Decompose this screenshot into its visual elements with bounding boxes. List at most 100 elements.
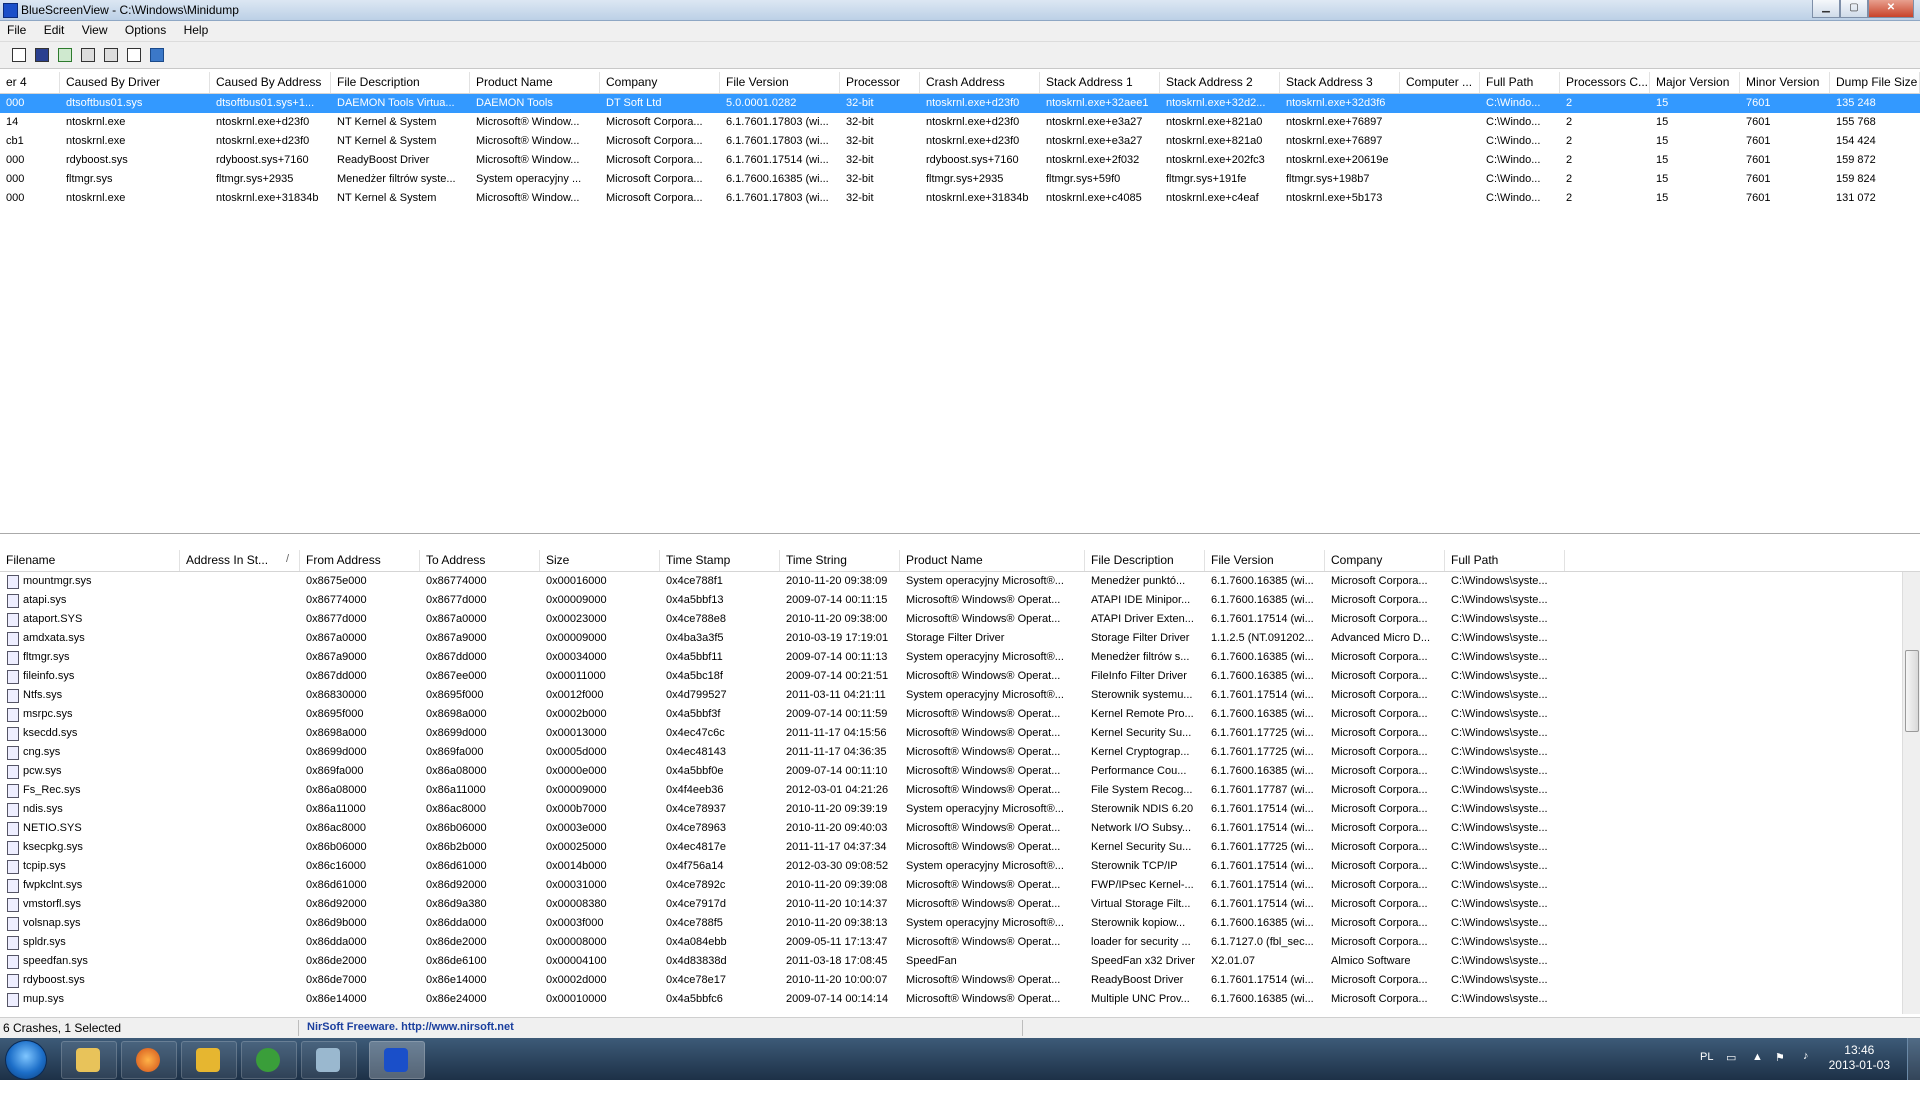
table-row[interactable]: amdxata.sys 0x867a0000 0x867a9000 0x0000900… bbox=[0, 629, 1920, 648]
driver-list-vscrollbar[interactable] bbox=[1902, 572, 1920, 1014]
driver-column-header[interactable]: To Address bbox=[420, 550, 540, 571]
crash-column-header[interactable]: er 4 bbox=[0, 72, 60, 93]
driver-column-header[interactable]: From Address bbox=[300, 550, 420, 571]
taskbar-explorer[interactable] bbox=[61, 1041, 117, 1079]
crash-column-header[interactable]: Caused By Address bbox=[210, 72, 331, 93]
table-row[interactable]: 000 fltmgr.sys fltmgr.sys+2935 Menedżer fil… bbox=[0, 170, 1920, 189]
find-button[interactable] bbox=[124, 46, 142, 63]
tray-expand-icon[interactable]: ▲ bbox=[1752, 1051, 1763, 1093]
save-button[interactable] bbox=[32, 46, 50, 63]
crash-column-header[interactable]: Dump File Size bbox=[1830, 72, 1920, 93]
title-bar[interactable]: BlueScreenView - C:\Windows\Minidump ▁ ▢… bbox=[0, 0, 1920, 21]
table-cell: 2010-11-20 09:38:13 bbox=[786, 917, 888, 929]
crash-column-header[interactable]: Stack Address 1 bbox=[1040, 72, 1160, 93]
table-row[interactable]: 000 rdyboost.sys rdyboost.sys+7160 ReadyBoo… bbox=[0, 151, 1920, 170]
table-row[interactable]: 000 ntoskrnl.exe ntoskrnl.exe+31834b NT Ker… bbox=[0, 189, 1920, 208]
language-indicator[interactable]: PL bbox=[1700, 1051, 1713, 1093]
crash-list[interactable]: er 4 Caused By Driver Caused By Address Fil… bbox=[0, 72, 1920, 534]
driver-column-header[interactable]: Filename bbox=[0, 550, 180, 571]
table-row[interactable]: rdyboost.sys 0x86de7000 0x86e14000 0x0002d0… bbox=[0, 971, 1920, 990]
crash-column-header[interactable]: Company bbox=[600, 72, 720, 93]
driver-column-header[interactable]: File Version bbox=[1205, 550, 1325, 571]
table-cell: 0x00008380 bbox=[546, 898, 607, 910]
crash-column-header[interactable]: Product Name bbox=[470, 72, 600, 93]
taskbar-app[interactable] bbox=[301, 1041, 357, 1079]
driver-column-header[interactable]: Product Name bbox=[900, 550, 1085, 571]
tray-volume-icon[interactable]: ♪ bbox=[1803, 1050, 1809, 1092]
table-row[interactable]: ataport.SYS 0x8677d000 0x867a0000 0x0002300… bbox=[0, 610, 1920, 629]
driver-list[interactable]: Filename Address In St... From Address To A… bbox=[0, 550, 1920, 1014]
taskbar-bluescreenview[interactable] bbox=[369, 1041, 425, 1079]
crash-column-header[interactable]: Stack Address 3 bbox=[1280, 72, 1400, 93]
crash-column-header[interactable]: Computer ... bbox=[1400, 72, 1480, 93]
table-row[interactable]: 000 dtsoftbus01.sys dtsoftbus01.sys+1... DA… bbox=[0, 94, 1920, 113]
menu-view[interactable]: View bbox=[75, 21, 115, 39]
table-row[interactable]: 14 ntoskrnl.exe ntoskrnl.exe+d23f0 NT Kerne… bbox=[0, 113, 1920, 132]
clock[interactable]: 13:46 2013-01-03 bbox=[1829, 1043, 1890, 1073]
crash-column-header[interactable]: Minor Version bbox=[1740, 72, 1830, 93]
crash-column-header[interactable]: Full Path bbox=[1480, 72, 1560, 93]
taskbar-winamp[interactable] bbox=[181, 1041, 237, 1079]
nirsoft-link[interactable]: NirSoft Freeware. http://www.nirsoft.net bbox=[307, 1021, 514, 1033]
menu-edit[interactable]: Edit bbox=[37, 21, 72, 39]
crash-column-header[interactable]: Caused By Driver bbox=[60, 72, 210, 93]
driver-column-header[interactable]: Company bbox=[1325, 550, 1445, 571]
table-row[interactable]: mup.sys 0x86e14000 0x86e24000 0x00010000 0x4… bbox=[0, 990, 1920, 1009]
table-row[interactable]: volsnap.sys 0x86d9b000 0x86dda000 0x0003f00… bbox=[0, 914, 1920, 933]
crash-column-header[interactable]: Processors C... bbox=[1560, 72, 1650, 93]
close-button[interactable]: ✕ bbox=[1868, 0, 1914, 18]
table-row[interactable]: mountmgr.sys 0x8675e000 0x86774000 0x000160… bbox=[0, 572, 1920, 591]
table-row[interactable]: fwpkclnt.sys 0x86d61000 0x86d92000 0x000310… bbox=[0, 876, 1920, 895]
crash-column-header[interactable]: File Description bbox=[331, 72, 470, 93]
refresh-button[interactable] bbox=[55, 46, 73, 63]
taskbar-utorrent[interactable] bbox=[241, 1041, 297, 1079]
table-cell: Menedżer filtrów syste... bbox=[337, 173, 456, 185]
crash-column-header[interactable]: Major Version bbox=[1650, 72, 1740, 93]
crash-column-header[interactable]: Processor bbox=[840, 72, 920, 93]
table-cell: C:\Windows\syste... bbox=[1451, 803, 1548, 815]
crash-column-header[interactable]: File Version bbox=[720, 72, 840, 93]
tray-flag-icon[interactable]: ⚑ bbox=[1775, 1051, 1785, 1093]
start-button[interactable] bbox=[5, 1040, 47, 1080]
taskbar-firefox[interactable] bbox=[121, 1041, 177, 1079]
table-row[interactable]: fileinfo.sys 0x867dd000 0x867ee000 0x000110… bbox=[0, 667, 1920, 686]
table-row[interactable]: Fs_Rec.sys 0x86a08000 0x86a11000 0x00009000… bbox=[0, 781, 1920, 800]
driver-column-header[interactable]: Size bbox=[540, 550, 660, 571]
table-row[interactable]: cng.sys 0x8699d000 0x869fa000 0x0005d000 0x4… bbox=[0, 743, 1920, 762]
menu-file[interactable]: File bbox=[0, 21, 33, 39]
vscroll-thumb[interactable] bbox=[1905, 650, 1919, 732]
table-cell: ntoskrnl.exe+e3a27 bbox=[1046, 135, 1143, 147]
tray-icon-network[interactable]: ▭ bbox=[1726, 1051, 1736, 1093]
table-row[interactable]: NETIO.SYS 0x86ac8000 0x86b06000 0x0003e000 0… bbox=[0, 819, 1920, 838]
table-row[interactable]: tcpip.sys 0x86c16000 0x86d61000 0x0014b000 0… bbox=[0, 857, 1920, 876]
table-row[interactable]: spldr.sys 0x86dda000 0x86de2000 0x00008000 0… bbox=[0, 933, 1920, 952]
table-row[interactable]: vmstorfl.sys 0x86d92000 0x86d9a380 0x000083… bbox=[0, 895, 1920, 914]
table-row[interactable]: speedfan.sys 0x86de2000 0x86de6100 0x000041… bbox=[0, 952, 1920, 971]
driver-column-header[interactable]: File Description bbox=[1085, 550, 1205, 571]
table-row[interactable]: fltmgr.sys 0x867a9000 0x867dd000 0x00034000… bbox=[0, 648, 1920, 667]
show-desktop-button[interactable] bbox=[1907, 1038, 1920, 1080]
driver-column-header[interactable]: Full Path bbox=[1445, 550, 1565, 571]
minimize-button[interactable]: ▁ bbox=[1812, 0, 1840, 18]
properties-button[interactable] bbox=[9, 46, 27, 63]
table-row[interactable]: msrpc.sys 0x8695f000 0x8698a000 0x0002b000 0… bbox=[0, 705, 1920, 724]
table-row[interactable]: ndis.sys 0x86a11000 0x86ac8000 0x000b7000 0x… bbox=[0, 800, 1920, 819]
crash-column-header[interactable]: Crash Address bbox=[920, 72, 1040, 93]
copy-button[interactable] bbox=[78, 46, 96, 63]
menu-options[interactable]: Options bbox=[118, 21, 173, 39]
exit-button[interactable] bbox=[147, 46, 165, 63]
driver-column-header[interactable]: Address In St... bbox=[180, 550, 300, 571]
maximize-button[interactable]: ▢ bbox=[1840, 0, 1868, 18]
menu-help[interactable]: Help bbox=[177, 21, 216, 39]
advanced-options-button[interactable] bbox=[101, 46, 119, 63]
driver-column-header[interactable]: Time Stamp bbox=[660, 550, 780, 571]
crash-column-header[interactable]: Stack Address 2 bbox=[1160, 72, 1280, 93]
table-row[interactable]: cb1 ntoskrnl.exe ntoskrnl.exe+d23f0 NT Kern… bbox=[0, 132, 1920, 151]
table-cell: ntoskrnl.exe+d23f0 bbox=[926, 97, 1020, 109]
table-row[interactable]: ksecpkg.sys 0x86b06000 0x86b2b000 0x0002500… bbox=[0, 838, 1920, 857]
table-row[interactable]: Ntfs.sys 0x86830000 0x8695f000 0x0012f000 0x… bbox=[0, 686, 1920, 705]
table-row[interactable]: pcw.sys 0x869fa000 0x86a08000 0x0000e000 0x4… bbox=[0, 762, 1920, 781]
driver-column-header[interactable]: Time String bbox=[780, 550, 900, 571]
table-row[interactable]: ksecdd.sys 0x8698a000 0x8699d000 0x00013000… bbox=[0, 724, 1920, 743]
table-row[interactable]: atapi.sys 0x86774000 0x8677d000 0x00009000 0… bbox=[0, 591, 1920, 610]
